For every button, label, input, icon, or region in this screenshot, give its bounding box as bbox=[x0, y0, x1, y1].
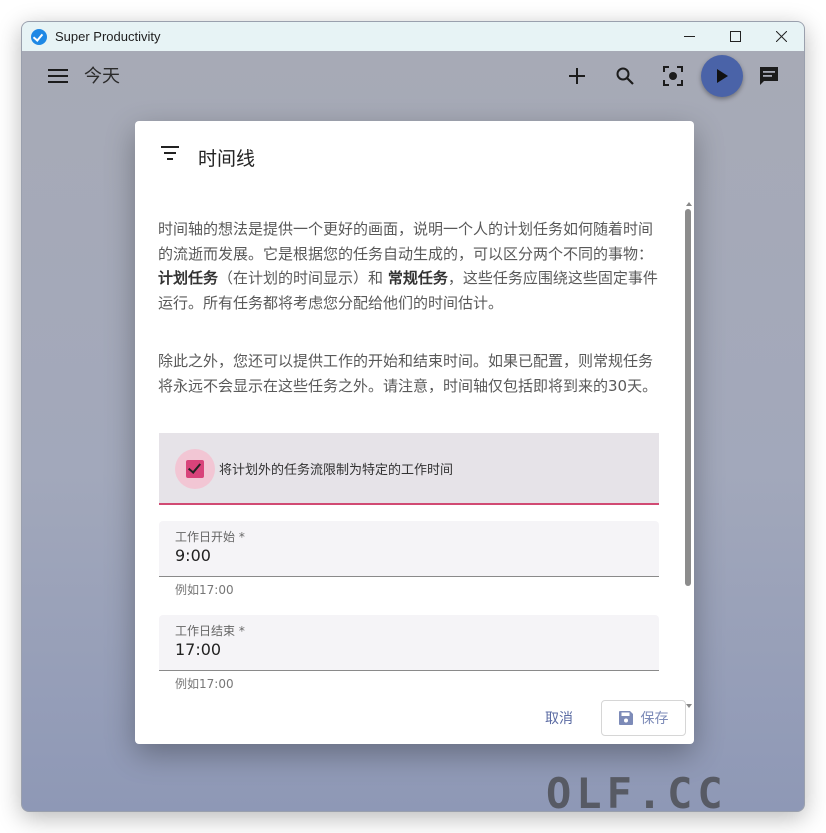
menu-button[interactable] bbox=[46, 64, 70, 88]
dialog-header: 时间线 bbox=[135, 121, 694, 193]
maximize-button[interactable] bbox=[712, 22, 758, 51]
intro-text-2: （在计划的时间显示）和 bbox=[218, 269, 384, 287]
dialog-content[interactable]: 时间轴的想法是提供一个更好的画面，说明一个人的计划任务如何随着时间的流逝而发展。… bbox=[135, 200, 694, 710]
filter-icon bbox=[161, 146, 179, 160]
workday-end-hint: 例如17:00 bbox=[175, 677, 234, 691]
save-label: 保存 bbox=[640, 710, 669, 726]
window-title: Super Productivity bbox=[55, 29, 161, 44]
cancel-button[interactable]: 取消 bbox=[528, 700, 590, 736]
dialog-title: 时间线 bbox=[198, 148, 256, 170]
work-hours-paragraph: 除此之外，您还可以提供工作的开始和结束时间。如果已配置，则常规任务将永远不会显示… bbox=[158, 352, 658, 395]
notes-button[interactable] bbox=[757, 64, 781, 88]
save-icon bbox=[618, 711, 633, 725]
workday-start-hint: 例如17:00 bbox=[175, 583, 234, 597]
checkbox-label: 将计划外的任务流限制为特定的工作时间 bbox=[219, 463, 454, 478]
maximize-icon bbox=[729, 31, 741, 42]
app-content: 今天 时间线 时间轴的想法是提供一个更好的画面，说明一个人的计划任务如何随着时间… bbox=[22, 51, 804, 811]
checkbox-ripple bbox=[175, 449, 215, 489]
minimize-button[interactable] bbox=[666, 22, 712, 51]
add-task-button[interactable] bbox=[565, 64, 589, 88]
timeline-dialog: 时间线 时间轴的想法是提供一个更好的画面，说明一个人的计划任务如何随着时间的流逝… bbox=[135, 121, 694, 744]
workday-end-label: 工作日结束 * bbox=[175, 624, 245, 638]
chat-icon bbox=[760, 67, 778, 85]
regular-tasks-term: 常规任务 bbox=[387, 269, 448, 287]
save-button[interactable]: 保存 bbox=[601, 700, 686, 736]
workday-end-input[interactable]: 17:00 bbox=[175, 640, 221, 659]
app-logo-icon bbox=[31, 28, 47, 45]
close-icon bbox=[775, 31, 787, 42]
scheduled-tasks-term: 计划任务 bbox=[158, 269, 219, 287]
focus-mode-button[interactable] bbox=[661, 64, 685, 88]
focus-icon bbox=[663, 66, 683, 86]
workday-start-label: 工作日开始 * bbox=[175, 530, 245, 544]
title-bar: Super Productivity bbox=[22, 22, 804, 51]
app-window: Super Productivity 今天 时间线 时间轴的想法是提供一个更好的… bbox=[21, 21, 805, 812]
checkbox-checked-icon[interactable] bbox=[186, 460, 204, 478]
search-button[interactable] bbox=[613, 64, 637, 88]
scroll-thumb[interactable] bbox=[685, 209, 691, 586]
intro-paragraph: 时间轴的想法是提供一个更好的画面，说明一个人的计划任务如何随着时间的流逝而发展。… bbox=[158, 217, 658, 315]
play-button[interactable] bbox=[701, 55, 743, 97]
play-icon bbox=[717, 69, 728, 83]
dialog-actions: 取消 保存 bbox=[135, 700, 694, 744]
workday-start-field[interactable]: 工作日开始 * 9:00 bbox=[159, 521, 659, 577]
window-controls bbox=[666, 22, 804, 51]
scroll-up-icon[interactable] bbox=[686, 202, 692, 206]
add-icon bbox=[569, 68, 585, 84]
intro-text: 时间轴的想法是提供一个更好的画面，说明一个人的计划任务如何随着时间的流逝而发展。… bbox=[158, 220, 654, 263]
workday-start-input[interactable]: 9:00 bbox=[175, 546, 211, 565]
page-title: 今天 bbox=[84, 66, 120, 87]
workday-end-field[interactable]: 工作日结束 * 17:00 bbox=[159, 615, 659, 671]
limit-work-hours-checkbox[interactable]: 将计划外的任务流限制为特定的工作时间 bbox=[159, 433, 659, 505]
search-icon bbox=[616, 67, 634, 85]
close-button[interactable] bbox=[758, 22, 804, 51]
minimize-icon bbox=[683, 36, 695, 37]
watermark-text: OLF.CC bbox=[546, 769, 728, 818]
menu-icon bbox=[48, 69, 68, 83]
